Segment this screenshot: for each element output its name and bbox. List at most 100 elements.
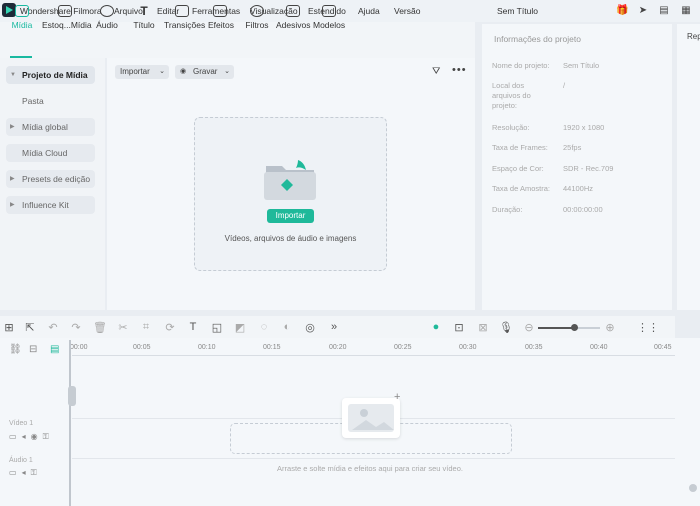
tab-efeitos[interactable]: Efeitos bbox=[208, 5, 234, 35]
track-label-video-1: Vídeo 1 bbox=[9, 420, 34, 427]
undo-icon[interactable]: ↶ bbox=[46, 321, 60, 334]
folder-track-icon[interactable]: ▭ bbox=[9, 468, 22, 477]
ruler-tick-label: 00:40 bbox=[590, 344, 608, 351]
info-key-project-name: Nome do projeto: bbox=[492, 61, 550, 70]
more-options-icon[interactable]: ••• bbox=[452, 64, 467, 76]
track-manager-icon[interactable]: ▤ bbox=[50, 344, 59, 355]
video-track-controls[interactable]: ▭◂◉⚿ bbox=[9, 432, 54, 442]
timeline-drag-hint: Arraste e solte mídia e efeitos aqui par… bbox=[277, 464, 463, 473]
speaker-icon[interactable]: ◂ bbox=[22, 432, 31, 441]
speed-icon[interactable]: ⟳ bbox=[163, 321, 177, 334]
zoom-out-icon[interactable]: ⊖ bbox=[522, 321, 536, 334]
import-hint-text: Vídeos, arquivos de áudio e imagens bbox=[224, 234, 357, 243]
ruler-tick-label: 00:00 bbox=[70, 344, 88, 351]
render-preview-icon[interactable]: ⊡ bbox=[452, 321, 466, 334]
info-value-project-location: / bbox=[563, 81, 566, 90]
ruler-tick-label: 00:25 bbox=[394, 344, 412, 351]
color-match-icon[interactable]: ◱ bbox=[210, 321, 224, 334]
stabilize-icon[interactable]: ◌ bbox=[257, 321, 271, 333]
add-icon[interactable]: + bbox=[394, 391, 400, 403]
microphone-icon[interactable]: 🎙 bbox=[499, 321, 513, 334]
cut-icon[interactable]: ✂ bbox=[116, 321, 130, 334]
tab-modelos[interactable]: Modelos bbox=[313, 5, 345, 35]
info-value-sample-rate: 44100Hz bbox=[563, 184, 594, 193]
add-track-icon[interactable]: ⊟ bbox=[29, 344, 37, 355]
filters-icon bbox=[250, 5, 264, 17]
palette-icon[interactable]: ◐ bbox=[280, 321, 294, 333]
project-info-title: Informações do projeto bbox=[494, 34, 581, 44]
zoom-in-icon[interactable]: ⊕ bbox=[603, 321, 617, 334]
folder-track-icon[interactable]: ▭ bbox=[9, 432, 22, 441]
caret-right-icon: ▶ bbox=[10, 124, 15, 130]
templates-icon bbox=[322, 5, 336, 17]
folder-icon bbox=[264, 158, 316, 200]
zoom-slider-fill bbox=[538, 327, 574, 329]
stickers-icon bbox=[286, 5, 300, 17]
ruler-tick-label: 00:30 bbox=[459, 344, 477, 351]
import-dropdown[interactable]: Importar ⌄ bbox=[115, 65, 169, 79]
sidebar-item-midia-global[interactable]: ▶ Mídia global bbox=[6, 118, 95, 136]
info-value-frame-rate: 25fps bbox=[563, 143, 582, 152]
text-icon[interactable]: T bbox=[186, 321, 200, 333]
import-button[interactable]: Importar bbox=[267, 209, 314, 223]
redo-icon[interactable]: ↷ bbox=[69, 321, 83, 334]
scroll-handle[interactable] bbox=[689, 484, 697, 492]
tab-transicoes[interactable]: Transições bbox=[164, 5, 205, 35]
sidebar-item-presets-de-edicao[interactable]: ▶ Presets de edição bbox=[6, 170, 95, 188]
lock-icon[interactable]: ⚿ bbox=[43, 432, 54, 441]
right-panel-tab[interactable]: Rep bbox=[677, 24, 700, 310]
timeline-ruler[interactable] bbox=[72, 355, 675, 356]
ruler-tick-label: 00:15 bbox=[263, 344, 281, 351]
ai-copilot-icon[interactable]: ● bbox=[429, 321, 443, 333]
more-tools-icon[interactable]: » bbox=[327, 321, 341, 333]
effects-icon bbox=[213, 5, 227, 17]
record-icon: ◉ bbox=[180, 68, 187, 75]
link-icon[interactable]: ⛓ bbox=[9, 344, 22, 355]
speaker-icon[interactable]: ◂ bbox=[22, 468, 31, 477]
menu-versao[interactable]: Versão bbox=[394, 6, 420, 16]
tab-midia[interactable]: Mídia bbox=[10, 5, 34, 35]
send-icon[interactable]: ➤ bbox=[637, 5, 649, 17]
zoom-slider-handle[interactable] bbox=[570, 324, 578, 331]
notes-icon[interactable]: ▤ bbox=[658, 5, 670, 17]
music-note-icon bbox=[100, 5, 114, 17]
info-value-color-space: SDR - Rec.709 bbox=[563, 164, 614, 173]
filter-sort-icon[interactable]: ⛛ bbox=[432, 66, 440, 77]
chevron-down-icon: ⌄ bbox=[159, 68, 165, 75]
menu-ajuda[interactable]: Ajuda bbox=[358, 6, 380, 16]
playhead-handle[interactable] bbox=[68, 386, 76, 406]
tab-filtros[interactable]: Filtros bbox=[245, 5, 269, 35]
title-t-icon: T bbox=[140, 4, 148, 18]
layout-grid-icon[interactable]: ⊞ bbox=[2, 321, 16, 334]
track-layout-icon[interactable]: ⋮⋮ bbox=[637, 321, 659, 334]
stock-media-icon bbox=[58, 5, 72, 17]
playhead[interactable] bbox=[69, 340, 71, 506]
ruler-tick-label: 00:05 bbox=[133, 344, 151, 351]
eye-icon[interactable]: ◉ bbox=[31, 432, 43, 441]
info-key-sample-rate: Taxa de Amostra: bbox=[492, 184, 550, 193]
tab-titulo[interactable]: T Título bbox=[132, 5, 156, 35]
snapshot-icon[interactable]: ⊠ bbox=[476, 321, 490, 334]
record-dropdown[interactable]: ◉ Gravar ⌄ bbox=[175, 65, 234, 79]
crop-icon[interactable]: ⌗ bbox=[139, 321, 153, 334]
ai-effects-icon[interactable]: ◎ bbox=[303, 321, 317, 334]
info-value-duration: 00:00:00:00 bbox=[563, 205, 603, 214]
ruler-tick-label: 00:45 bbox=[654, 344, 672, 351]
image-placeholder-icon bbox=[342, 398, 400, 438]
track-divider bbox=[72, 458, 675, 459]
lock-icon[interactable]: ⚿ bbox=[31, 468, 42, 477]
layout-icon[interactable]: ▦ bbox=[680, 5, 692, 17]
gift-icon[interactable]: 🎁 bbox=[616, 5, 628, 17]
info-key-frame-rate: Taxa de Frames: bbox=[492, 143, 548, 152]
sidebar-item-pasta[interactable]: Pasta bbox=[6, 92, 95, 110]
audio-track-controls[interactable]: ▭◂⚿ bbox=[9, 468, 42, 478]
tab-adesivos[interactable]: Adesivos bbox=[276, 5, 311, 35]
delete-icon[interactable]: 🗑 bbox=[93, 321, 107, 334]
tab-audio[interactable]: Áudio bbox=[96, 5, 118, 35]
mask-icon[interactable]: ◩ bbox=[233, 321, 247, 334]
sidebar-item-midia-cloud[interactable]: Mídia Cloud bbox=[6, 144, 95, 162]
tab-estoque-midia[interactable]: Estoq...Mídia bbox=[42, 5, 92, 35]
sidebar-item-influence-kit[interactable]: ▶ Influence Kit bbox=[6, 196, 95, 214]
sidebar-item-projeto-de-midia[interactable]: ▼ Projeto de Mídia bbox=[6, 66, 95, 84]
select-cursor-icon[interactable]: ⇱ bbox=[23, 321, 37, 334]
